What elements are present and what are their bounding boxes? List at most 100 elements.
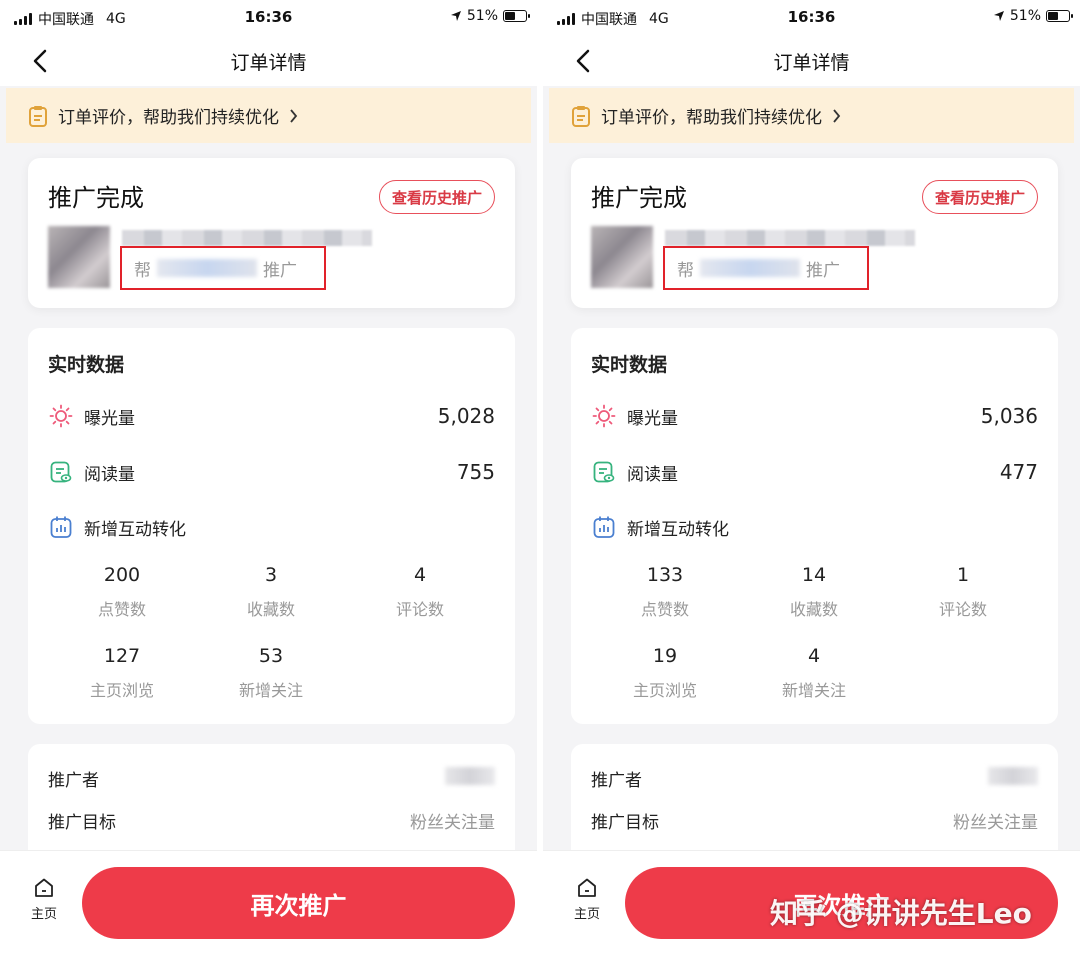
promoter-label: 推广者: [591, 771, 642, 791]
stat-profile-views-caption: 主页浏览: [632, 681, 697, 700]
target-value: 粉丝关注量: [953, 813, 1038, 833]
realtime-data-title: 实时数据: [48, 354, 125, 376]
post-thumbnail-blurred: [48, 226, 110, 288]
reads-row: 阅读量 755: [48, 457, 495, 487]
stat-comments: 4 评论数: [360, 564, 480, 620]
stat-profile-views-value: 127: [103, 645, 141, 667]
stat-likes-value: 200: [103, 564, 141, 586]
calendar-chart-icon: [50, 516, 72, 538]
battery-icon: [1046, 10, 1073, 22]
reading-doc-icon: [50, 461, 72, 483]
stat-comments-caption: 评论数: [395, 600, 444, 619]
bottom-bar: 主页 再次推广: [0, 850, 537, 957]
target-row: 推广目标 粉丝关注量: [591, 808, 1038, 833]
stat-profile-views-caption: 主页浏览: [89, 681, 154, 700]
comparison-screenshot: 中国联通 4G 16:36 51% 订单详情 订单评价，帮助我们持续优化 推广完…: [0, 0, 1080, 957]
promotion-target-highlight: 帮 推广: [663, 246, 869, 290]
reads-row: 阅读量 477: [591, 457, 1038, 487]
reading-doc-icon: [593, 461, 615, 483]
promoter-label: 推广者: [48, 771, 99, 791]
calendar-chart-icon: [593, 516, 615, 538]
promotion-target-highlight: 帮 推广: [120, 246, 326, 290]
home-icon: [35, 878, 53, 897]
promoter-row: 推广者: [48, 766, 495, 791]
stat-new-follows: 53 新增关注: [211, 645, 331, 701]
history-promotion-button[interactable]: 查看历史推广: [921, 180, 1038, 214]
clipboard-icon: [29, 105, 47, 127]
location-arrow-icon: [993, 11, 1004, 21]
stat-favorites-value: 3: [264, 564, 278, 586]
target-label: 推广目标: [591, 813, 659, 833]
stat-likes: 133 点赞数: [605, 564, 725, 620]
home-label: 主页: [30, 907, 57, 922]
battery-icon: [503, 10, 530, 22]
repromote-button[interactable]: 再次推广: [82, 867, 515, 939]
battery-percent: 51%: [466, 8, 498, 24]
promo-name-blurred: [157, 259, 257, 277]
post-title-blurred: [665, 230, 915, 246]
reads-value: 755: [456, 460, 495, 484]
realtime-data-card: 实时数据 曝光量 5,036 阅读量 477 新增互动转化 133 点赞数 14…: [571, 328, 1058, 724]
promotion-status-title: 推广完成: [591, 184, 687, 212]
nav-bar: 订单详情: [543, 36, 1080, 86]
promoter-row: 推广者: [591, 766, 1038, 791]
reads-label: 阅读量: [627, 464, 678, 485]
status-bar: 中国联通 4G 16:36 51%: [0, 0, 537, 36]
target-value: 粉丝关注量: [410, 813, 495, 833]
realtime-data-card: 实时数据 曝光量 5,028 阅读量 755 新增互动转化 200 点赞数 3 …: [28, 328, 515, 724]
stat-comments-value: 4: [413, 564, 427, 586]
realtime-data-title: 实时数据: [591, 354, 668, 376]
interaction-label: 新增互动转化: [627, 519, 729, 540]
notice-text: 订单评价，帮助我们持续优化: [601, 108, 822, 128]
stat-likes-caption: 点赞数: [97, 600, 146, 619]
stat-new-follows-value: 4: [807, 645, 821, 667]
exposure-label: 曝光量: [84, 408, 135, 429]
sun-icon: [592, 404, 616, 428]
status-bar: 中国联通 4G 16:36 51%: [543, 0, 1080, 36]
stat-new-follows: 4 新增关注: [754, 645, 874, 701]
interaction-row: 新增互动转化: [591, 512, 1038, 542]
exposure-row: 曝光量 5,036: [591, 401, 1038, 431]
stat-comments-value: 1: [956, 564, 970, 586]
interaction-label: 新增互动转化: [84, 519, 186, 540]
notice-text: 订单评价，帮助我们持续优化: [58, 108, 279, 128]
promo-suffix: 推广: [806, 260, 840, 281]
stat-favorites-caption: 收藏数: [789, 600, 838, 619]
stat-favorites-value: 14: [801, 564, 827, 586]
stat-likes-value: 133: [646, 564, 684, 586]
watermark: 知乎 @讲讲先生Leo: [770, 897, 1032, 930]
promotion-status-card: 推广完成 查看历史推广 帮 推广: [28, 158, 515, 308]
location-arrow-icon: [450, 11, 461, 21]
promo-name-blurred: [700, 259, 800, 277]
home-icon: [578, 878, 596, 897]
review-notice-banner[interactable]: 订单评价，帮助我们持续优化: [549, 88, 1074, 143]
promoter-name-blurred: [988, 767, 1038, 785]
home-button[interactable]: 主页: [567, 877, 607, 922]
exposure-value: 5,028: [437, 404, 495, 428]
review-notice-banner[interactable]: 订单评价，帮助我们持续优化: [6, 88, 531, 143]
stat-favorites: 3 收藏数: [211, 564, 331, 620]
history-promotion-button[interactable]: 查看历史推广: [378, 180, 495, 214]
target-row: 推广目标 粉丝关注量: [48, 808, 495, 833]
page-title: 订单详情: [230, 52, 307, 74]
reads-label: 阅读量: [84, 464, 135, 485]
page-title: 订单详情: [773, 52, 850, 74]
chevron-right-icon: [833, 108, 841, 123]
promoter-name-blurred: [445, 767, 495, 785]
phone-screen-left: 中国联通 4G 16:36 51% 订单详情 订单评价，帮助我们持续优化 推广完…: [0, 0, 537, 957]
promo-suffix: 推广: [263, 260, 297, 281]
stat-likes-caption: 点赞数: [640, 600, 689, 619]
promotion-status-card: 推广完成 查看历史推广 帮 推广: [571, 158, 1058, 308]
stat-new-follows-value: 53: [258, 645, 284, 667]
exposure-label: 曝光量: [627, 408, 678, 429]
exposure-value: 5,036: [980, 404, 1038, 428]
clipboard-icon: [572, 105, 590, 127]
interaction-row: 新增互动转化: [48, 512, 495, 542]
stat-favorites-caption: 收藏数: [246, 600, 295, 619]
target-label: 推广目标: [48, 813, 116, 833]
stat-comments-caption: 评论数: [938, 600, 987, 619]
home-button[interactable]: 主页: [24, 877, 64, 922]
stat-profile-views-value: 19: [652, 645, 678, 667]
stat-new-follows-caption: 新增关注: [238, 681, 303, 700]
promotion-info-card: 推广者 推广目标 粉丝关注量: [28, 744, 515, 864]
